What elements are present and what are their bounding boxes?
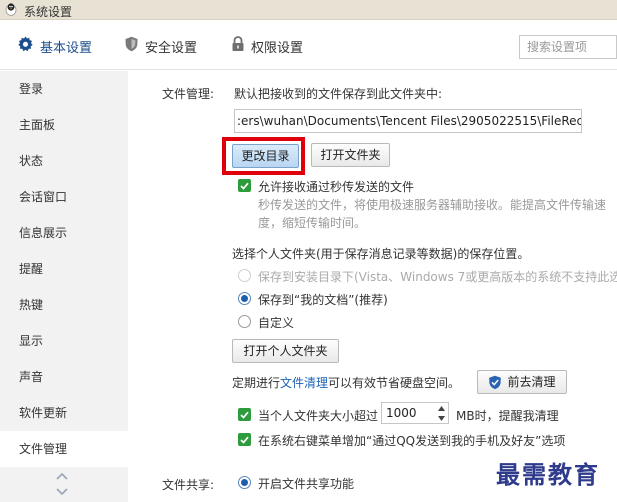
size-warning-suffix: MB时，提醒我清理 [456,409,559,423]
tab-permission-settings[interactable]: 权限设置 [231,36,304,56]
lock-icon [231,36,251,56]
allow-instant-transfer-checkbox[interactable] [238,179,251,192]
context-menu-label: 在系统右键菜单增加“通过QQ发送到我的手机及好友”选项 [258,434,566,448]
sidebar-item-info-display[interactable]: 信息展示 [0,215,128,251]
radio-custom-label: 自定义 [258,316,295,330]
sidebar-item-sound[interactable]: 声音 [0,359,128,395]
shield-check-icon [488,375,502,390]
stepper-down-icon[interactable] [434,413,448,423]
sidebar-item-hotkey[interactable]: 热键 [0,287,128,323]
sidebar-item-file-management[interactable]: 文件管理 [0,431,128,467]
enable-file-sharing-label: 开启文件共享功能 [258,477,355,491]
file-sharing-section-label: 文件共享: [162,478,215,492]
scroll-up-icon[interactable] [52,469,72,483]
stepper-up-icon[interactable] [434,403,448,413]
cleanup-hint: 定期进行文件清理可以有效节省硬盘空间。 [232,374,460,391]
radio-enable-file-sharing[interactable] [238,476,251,489]
receive-path-field[interactable]: :ers\wuhan\Documents\Tencent Files\29050… [234,109,582,133]
sidebar-item-display[interactable]: 显示 [0,323,128,359]
size-limit-stepper[interactable]: 1000 [381,402,449,424]
sidebar-item-login[interactable]: 登录 [0,71,128,107]
window-title: 系统设置 [24,5,73,19]
radio-my-documents[interactable] [238,292,251,305]
sidebar-item-chat-window[interactable]: 会话窗口 [0,179,128,215]
file-cleanup-link[interactable]: 文件清理 [280,376,328,390]
sidebar: 登录 主面板 状态 会话窗口 信息展示 提醒 热键 显示 声音 软件更新 文件管… [0,71,128,502]
checkmark-icon [240,182,249,190]
change-directory-button[interactable]: 更改目录 [232,144,299,168]
context-menu-checkbox[interactable] [238,433,251,446]
radio-my-documents-label: 保存到“我的文档”(推荐) [258,293,388,307]
settings-tab-bar: 基本设置 安全设置 权限设置 [0,20,617,70]
tab-label: 安全设置 [145,40,198,56]
radio-install-dir[interactable] [238,269,251,282]
allow-instant-transfer-label: 允许接收通过秒传发送的文件 [258,180,415,194]
size-warning-checkbox[interactable] [238,408,251,421]
size-limit-value: 1000 [386,406,417,420]
tab-label: 权限设置 [251,40,304,56]
size-warning-prefix: 当个人文件夹大小超过 [258,409,379,423]
file-management-section-label: 文件管理: [162,87,215,101]
sidebar-item-reminder[interactable]: 提醒 [0,251,128,287]
default-save-text: 默认把接收到的文件保存到此文件夹中: [234,87,443,101]
settings-search-box[interactable] [519,35,617,59]
radio-custom[interactable] [238,315,251,328]
cleanup-prefix: 定期进行 [232,376,281,390]
open-personal-folder-button[interactable]: 打开个人文件夹 [232,339,339,363]
cleanup-suffix: 可以有效节省硬盘空间。 [328,376,461,390]
checkmark-icon [240,411,249,419]
open-folder-button[interactable]: 打开文件夹 [311,143,390,167]
radio-install-dir-label: 保存到安装目录下(Vista、Windows 7或更高版本的系统不支持此选 [258,270,617,284]
sidebar-item-software-update[interactable]: 软件更新 [0,395,128,431]
checkmark-icon [240,436,249,444]
title-bar: 系统设置 [0,0,617,20]
tab-basic-settings[interactable]: 基本设置 [17,36,93,57]
instant-transfer-description: 秒传发送的文件，将使用极速服务器辅助接收。能提高文件传输速度，缩短传输时间。 [258,198,607,230]
watermark: 最需教育 [496,460,600,489]
file-management-panel: 文件管理: 默认把接收到的文件保存到此文件夹中: :ers\wuhan\Docu… [128,71,617,502]
gear-icon [17,36,40,57]
penguin-logo-icon [4,2,18,16]
sidebar-item-status[interactable]: 状态 [0,143,128,179]
go-cleanup-label: 前去清理 [507,375,556,389]
tab-security-settings[interactable]: 安全设置 [124,36,198,56]
search-input[interactable] [520,36,616,58]
scroll-down-icon[interactable] [52,485,72,499]
tab-label: 基本设置 [40,40,93,56]
sidebar-item-main-panel[interactable]: 主面板 [0,107,128,143]
personal-folder-title: 选择个人文件夹(用于保存消息记录等数据)的保存位置。 [232,247,530,261]
go-cleanup-button[interactable]: 前去清理 [477,370,567,394]
shield-icon [124,36,145,56]
